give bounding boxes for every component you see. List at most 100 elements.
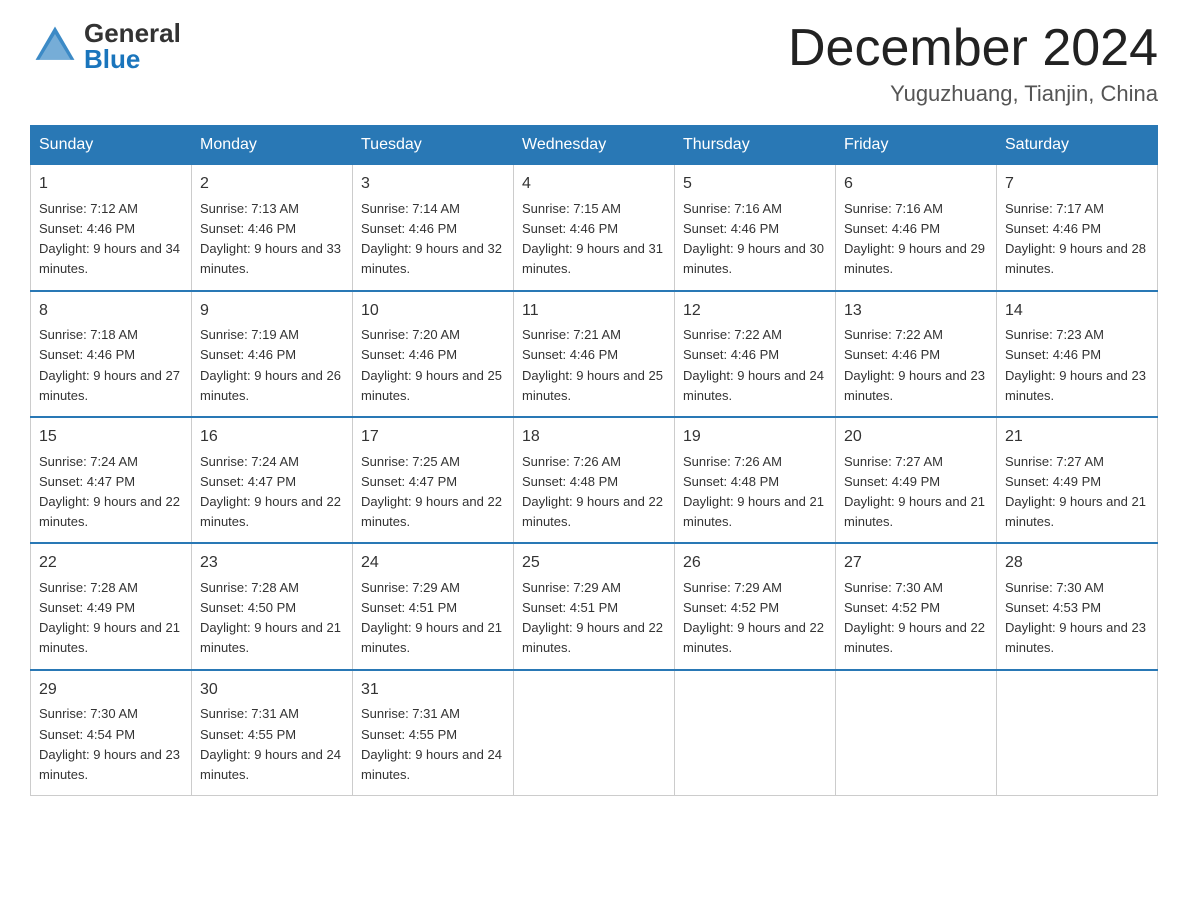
sunrise-label: Sunrise: 7:29 AM	[683, 580, 782, 595]
sunrise-label: Sunrise: 7:17 AM	[1005, 201, 1104, 216]
calendar-cell: 23Sunrise: 7:28 AMSunset: 4:50 PMDayligh…	[192, 543, 353, 669]
sunrise-label: Sunrise: 7:30 AM	[1005, 580, 1104, 595]
day-number: 24	[361, 551, 505, 576]
sunset-label: Sunset: 4:55 PM	[200, 727, 296, 742]
daylight-label: Daylight: 9 hours and 25 minutes.	[361, 368, 502, 403]
sunset-label: Sunset: 4:49 PM	[39, 600, 135, 615]
daylight-label: Daylight: 9 hours and 24 minutes.	[683, 368, 824, 403]
daylight-label: Daylight: 9 hours and 29 minutes.	[844, 241, 985, 276]
daylight-label: Daylight: 9 hours and 23 minutes.	[39, 747, 180, 782]
sunset-label: Sunset: 4:51 PM	[522, 600, 618, 615]
logo-general-text: General	[84, 20, 181, 46]
sunrise-label: Sunrise: 7:24 AM	[39, 454, 138, 469]
daylight-label: Daylight: 9 hours and 30 minutes.	[683, 241, 824, 276]
daylight-label: Daylight: 9 hours and 21 minutes.	[200, 620, 341, 655]
sunrise-label: Sunrise: 7:22 AM	[683, 327, 782, 342]
daylight-label: Daylight: 9 hours and 23 minutes.	[1005, 368, 1146, 403]
day-number: 7	[1005, 172, 1149, 197]
col-header-saturday: Saturday	[997, 126, 1158, 165]
col-header-monday: Monday	[192, 126, 353, 165]
daylight-label: Daylight: 9 hours and 21 minutes.	[361, 620, 502, 655]
sunrise-label: Sunrise: 7:14 AM	[361, 201, 460, 216]
calendar-cell: 2Sunrise: 7:13 AMSunset: 4:46 PMDaylight…	[192, 165, 353, 291]
sunset-label: Sunset: 4:46 PM	[361, 221, 457, 236]
day-number: 14	[1005, 299, 1149, 324]
sunset-label: Sunset: 4:53 PM	[1005, 600, 1101, 615]
daylight-label: Daylight: 9 hours and 22 minutes.	[361, 494, 502, 529]
calendar-cell: 15Sunrise: 7:24 AMSunset: 4:47 PMDayligh…	[31, 417, 192, 543]
daylight-label: Daylight: 9 hours and 21 minutes.	[844, 494, 985, 529]
sunrise-label: Sunrise: 7:26 AM	[522, 454, 621, 469]
day-number: 19	[683, 425, 827, 450]
sunset-label: Sunset: 4:52 PM	[683, 600, 779, 615]
calendar-week-row: 15Sunrise: 7:24 AMSunset: 4:47 PMDayligh…	[31, 417, 1158, 543]
calendar-cell: 16Sunrise: 7:24 AMSunset: 4:47 PMDayligh…	[192, 417, 353, 543]
sunrise-label: Sunrise: 7:12 AM	[39, 201, 138, 216]
col-header-sunday: Sunday	[31, 126, 192, 165]
col-header-wednesday: Wednesday	[514, 126, 675, 165]
calendar-cell: 14Sunrise: 7:23 AMSunset: 4:46 PMDayligh…	[997, 291, 1158, 417]
day-number: 12	[683, 299, 827, 324]
daylight-label: Daylight: 9 hours and 22 minutes.	[200, 494, 341, 529]
sunrise-label: Sunrise: 7:29 AM	[361, 580, 460, 595]
calendar-cell: 3 Sunrise: 7:14 AM Sunset: 4:46 PM Daylight…	[353, 165, 514, 291]
calendar-week-row: 8Sunrise: 7:18 AMSunset: 4:46 PMDaylight…	[31, 291, 1158, 417]
calendar-cell: 24 Sunrise: 7:29 AM Sunset: 4:51 PM Dayligh…	[353, 543, 514, 669]
calendar-cell: 31 Sunrise: 7:31 AM Sunset: 4:55 PM Dayligh…	[353, 670, 514, 796]
daylight-label: Daylight: 9 hours and 33 minutes.	[200, 241, 341, 276]
day-number: 21	[1005, 425, 1149, 450]
daylight-label: Daylight: 9 hours and 21 minutes.	[39, 620, 180, 655]
daylight-label: Daylight: 9 hours and 23 minutes.	[844, 368, 985, 403]
sunrise-label: Sunrise: 7:30 AM	[844, 580, 943, 595]
calendar-week-row: 29Sunrise: 7:30 AMSunset: 4:54 PMDayligh…	[31, 670, 1158, 796]
day-number: 31	[361, 678, 505, 703]
daylight-label: Daylight: 9 hours and 27 minutes.	[39, 368, 180, 403]
sunset-label: Sunset: 4:46 PM	[683, 221, 779, 236]
calendar-cell: 29Sunrise: 7:30 AMSunset: 4:54 PMDayligh…	[31, 670, 192, 796]
daylight-label: Daylight: 9 hours and 24 minutes.	[361, 747, 502, 782]
calendar-cell: 18Sunrise: 7:26 AMSunset: 4:48 PMDayligh…	[514, 417, 675, 543]
calendar-cell: 20Sunrise: 7:27 AMSunset: 4:49 PMDayligh…	[836, 417, 997, 543]
day-number: 22	[39, 551, 183, 576]
calendar-cell: 21Sunrise: 7:27 AMSunset: 4:49 PMDayligh…	[997, 417, 1158, 543]
day-number: 11	[522, 299, 666, 324]
daylight-label: Daylight: 9 hours and 32 minutes.	[361, 241, 502, 276]
daylight-label: Daylight: 9 hours and 22 minutes.	[39, 494, 180, 529]
calendar-cell: 12Sunrise: 7:22 AMSunset: 4:46 PMDayligh…	[675, 291, 836, 417]
calendar-cell: 5Sunrise: 7:16 AMSunset: 4:46 PMDaylight…	[675, 165, 836, 291]
sunrise-label: Sunrise: 7:26 AM	[683, 454, 782, 469]
sunset-label: Sunset: 4:46 PM	[39, 347, 135, 362]
day-number: 2	[200, 172, 344, 197]
daylight-label: Daylight: 9 hours and 21 minutes.	[683, 494, 824, 529]
sunset-label: Sunset: 4:46 PM	[844, 221, 940, 236]
sunset-label: Sunset: 4:51 PM	[361, 600, 457, 615]
sunset-label: Sunset: 4:46 PM	[1005, 347, 1101, 362]
sunrise-label: Sunrise: 7:27 AM	[1005, 454, 1104, 469]
day-number: 10	[361, 299, 505, 324]
sunset-label: Sunset: 4:48 PM	[683, 474, 779, 489]
sunset-label: Sunset: 4:46 PM	[844, 347, 940, 362]
logo-blue-text: Blue	[84, 46, 181, 72]
daylight-label: Daylight: 9 hours and 25 minutes.	[522, 368, 663, 403]
calendar-cell: 22 Sunrise: 7:28 AM Sunset: 4:49 PM Dayligh…	[31, 543, 192, 669]
daylight-label: Daylight: 9 hours and 26 minutes.	[200, 368, 341, 403]
day-number: 27	[844, 551, 988, 576]
sunrise-label: Sunrise: 7:31 AM	[361, 706, 460, 721]
calendar-cell: 19 Sunrise: 7:26 AM Sunset: 4:48 PM Dayligh…	[675, 417, 836, 543]
sunrise-label: Sunrise: 7:16 AM	[844, 201, 943, 216]
calendar-cell: 6Sunrise: 7:16 AMSunset: 4:46 PMDaylight…	[836, 165, 997, 291]
daylight-label: Daylight: 9 hours and 22 minutes.	[522, 494, 663, 529]
day-number: 3	[361, 172, 505, 197]
calendar-cell	[836, 670, 997, 796]
sunset-label: Sunset: 4:55 PM	[361, 727, 457, 742]
calendar-cell	[675, 670, 836, 796]
sunrise-label: Sunrise: 7:30 AM	[39, 706, 138, 721]
sunset-label: Sunset: 4:49 PM	[1005, 474, 1101, 489]
calendar-cell: 25Sunrise: 7:29 AMSunset: 4:51 PMDayligh…	[514, 543, 675, 669]
calendar-cell: 13Sunrise: 7:22 AMSunset: 4:46 PMDayligh…	[836, 291, 997, 417]
daylight-label: Daylight: 9 hours and 22 minutes.	[683, 620, 824, 655]
sunrise-label: Sunrise: 7:28 AM	[39, 580, 138, 595]
calendar-table: SundayMondayTuesdayWednesdayThursdayFrid…	[30, 125, 1158, 796]
col-header-tuesday: Tuesday	[353, 126, 514, 165]
day-number: 23	[200, 551, 344, 576]
